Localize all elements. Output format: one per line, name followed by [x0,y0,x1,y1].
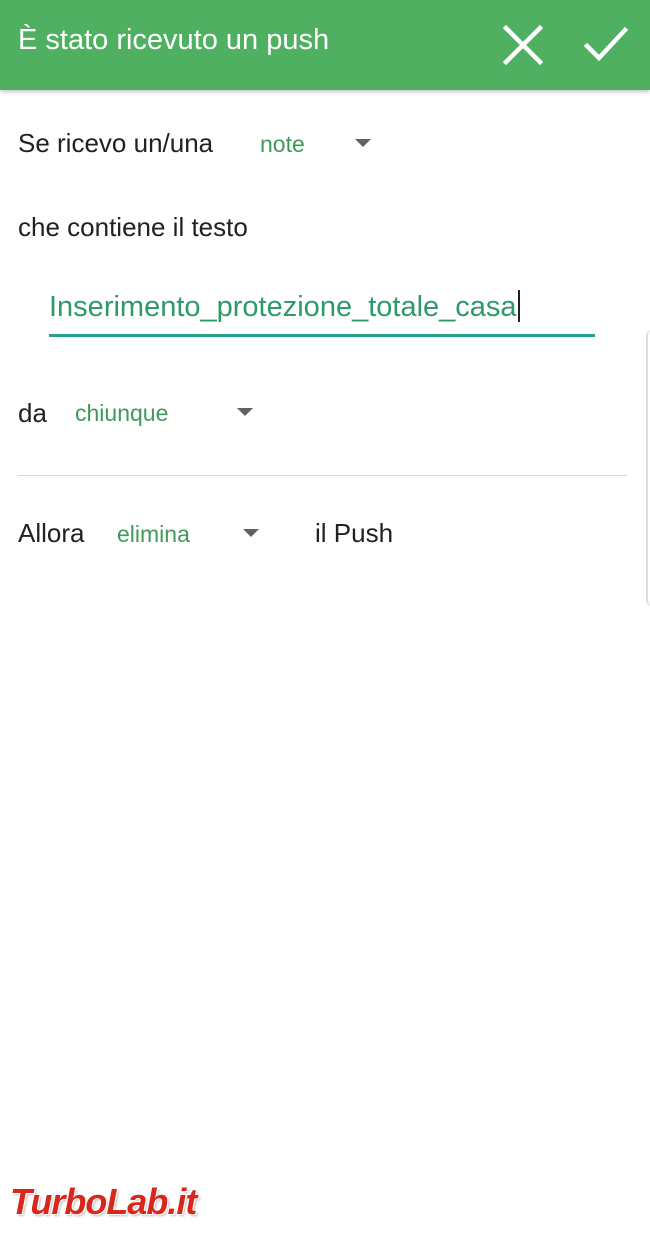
trigger-type-dropdown[interactable]: note [260,125,375,165]
close-icon [502,24,544,66]
trigger-label: Se ricevo un/una [18,128,214,158]
trigger-type-value: note [260,131,305,157]
sender-value: chiunque [75,400,169,426]
app-bar: È stato ricevuto un push [0,0,650,90]
sender-label: da [18,398,47,428]
divider [18,475,627,476]
action-suffix-label: il Push [315,518,394,548]
dropdown-arrow-icon [237,408,253,416]
push-text-input[interactable]: Inserimento_protezione_totale_casa [49,282,595,337]
sender-dropdown[interactable]: chiunque [75,394,260,434]
action-dropdown[interactable]: elimina [117,515,267,555]
watermark-logo: TurboLab.it [10,1181,197,1222]
action-label: Allora [18,518,85,548]
check-icon [583,26,629,62]
action-value: elimina [117,521,190,547]
page-title: È stato ricevuto un push [18,24,330,56]
contains-text-label: che contiene il testo [18,212,248,242]
confirm-button[interactable] [583,22,629,68]
push-text-value: Inserimento_protezione_totale_casa [49,290,520,324]
dropdown-arrow-icon [355,139,371,147]
text-cursor [517,290,520,322]
dropdown-arrow-icon [243,529,259,537]
scroll-edge-indicator [646,330,650,606]
close-button[interactable] [500,22,546,68]
